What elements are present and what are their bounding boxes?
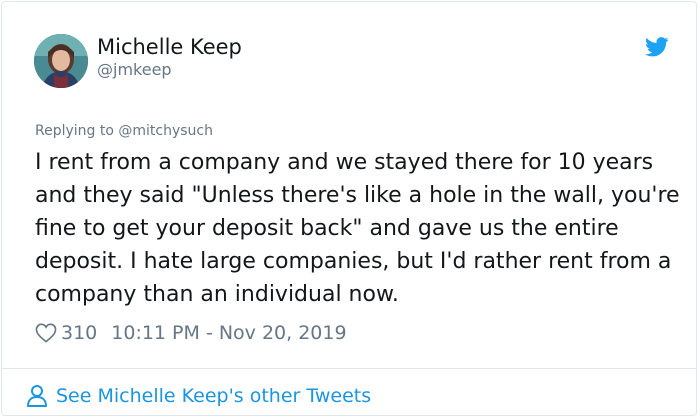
tweet-card: Michelle Keep @jmkeep Replying to @mitch… [1, 1, 697, 416]
twitter-bird-icon[interactable] [645, 37, 669, 57]
tweet-meta: 310 10:11 PM - Nov 20, 2019 [35, 321, 347, 345]
heart-icon [35, 323, 57, 343]
author-display-name[interactable]: Michelle Keep [97, 33, 242, 61]
like-button[interactable]: 310 [35, 322, 111, 344]
author-handle[interactable]: @jmkeep [97, 60, 172, 80]
person-icon [27, 385, 47, 407]
tweet-text: I rent from a company and we stayed ther… [35, 150, 680, 307]
replying-to: Replying to @mitchysuch [35, 121, 213, 141]
avatar-image [34, 34, 88, 88]
replying-prefix: Replying to [35, 123, 114, 139]
like-count: 310 [61, 322, 98, 344]
replying-mention-link[interactable]: @mitchysuch [118, 123, 213, 139]
avatar[interactable] [34, 34, 88, 88]
footer-divider [2, 368, 696, 369]
see-other-tweets-label: See Michelle Keep's other Tweets [56, 385, 372, 407]
tweet-timestamp[interactable]: 10:11 PM - Nov 20, 2019 [111, 322, 346, 344]
see-other-tweets-link[interactable]: See Michelle Keep's other Tweets [26, 382, 371, 410]
